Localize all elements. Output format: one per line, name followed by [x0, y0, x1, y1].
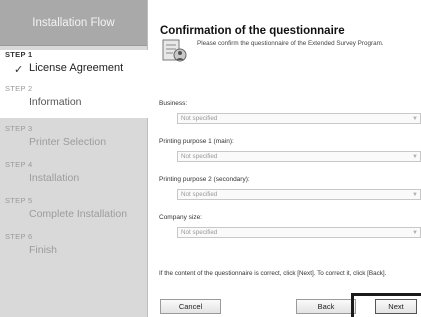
step-label: Finish: [29, 244, 58, 256]
sidebar-header: Installation Flow: [0, 0, 147, 46]
step-number: STEP 6: [5, 232, 33, 241]
questionnaire-icon: [162, 39, 187, 62]
select-value: Not specified: [181, 153, 218, 160]
company-size-label: Company size:: [159, 214, 202, 221]
business-label: Business:: [159, 100, 188, 107]
printing-purpose-2-label: Printing purpose 2 (secondary):: [159, 176, 250, 183]
chevron-down-icon[interactable]: ▼: [412, 153, 418, 162]
printing-purpose-1-label: Printing purpose 1 (main):: [159, 138, 234, 145]
step-number: STEP 2: [5, 84, 33, 93]
next-button[interactable]: Next: [375, 299, 417, 314]
installation-flow-sidebar: Installation Flow STEP 1 ✓ License Agree…: [0, 0, 148, 317]
step-label: Printer Selection: [29, 136, 107, 148]
step-label: License Agreement: [29, 62, 124, 74]
step-printer-selection: STEP 3 Printer Selection: [0, 124, 148, 158]
step-number: STEP 4: [5, 160, 33, 169]
checkmark-icon: ✓: [14, 64, 24, 76]
step-information: STEP 2 Information: [0, 84, 148, 118]
installer-window: Installation Flow STEP 1 ✓ License Agree…: [0, 0, 421, 317]
chevron-down-icon[interactable]: ▼: [412, 115, 418, 124]
page-subtitle: Please confirm the questionnaire of the …: [197, 40, 384, 47]
select-value: Not specified: [181, 191, 218, 198]
step-number: STEP 5: [5, 196, 33, 205]
company-size-select[interactable]: Not specified ▼: [177, 227, 421, 238]
step-complete-installation: STEP 5 Complete Installation: [0, 196, 148, 230]
step-installation: STEP 4 Installation: [0, 160, 148, 194]
step-number: STEP 1: [5, 50, 33, 59]
step-label: Complete Installation: [29, 208, 128, 220]
step-license-agreement: STEP 1 ✓ License Agreement: [0, 50, 148, 84]
printing-purpose-2-select[interactable]: Not specified ▼: [177, 189, 421, 200]
step-finish: STEP 6 Finish: [0, 232, 148, 266]
step-label: Information: [29, 96, 82, 108]
confirmation-instruction: If the content of the questionnaire is c…: [159, 270, 387, 277]
step-number: STEP 3: [5, 124, 33, 133]
chevron-down-icon[interactable]: ▼: [412, 229, 418, 238]
select-value: Not specified: [181, 229, 218, 236]
select-value: Not specified: [181, 115, 218, 122]
page-title: Confirmation of the questionnaire: [160, 25, 345, 37]
cancel-button[interactable]: Cancel: [160, 299, 221, 314]
main-panel: Confirmation of the questionnaire Please…: [149, 0, 421, 317]
business-select[interactable]: Not specified ▼: [177, 113, 421, 124]
chevron-down-icon[interactable]: ▼: [412, 191, 418, 200]
printing-purpose-1-select[interactable]: Not specified ▼: [177, 151, 421, 162]
back-button[interactable]: Back: [296, 299, 356, 314]
step-label: Installation: [29, 172, 80, 184]
